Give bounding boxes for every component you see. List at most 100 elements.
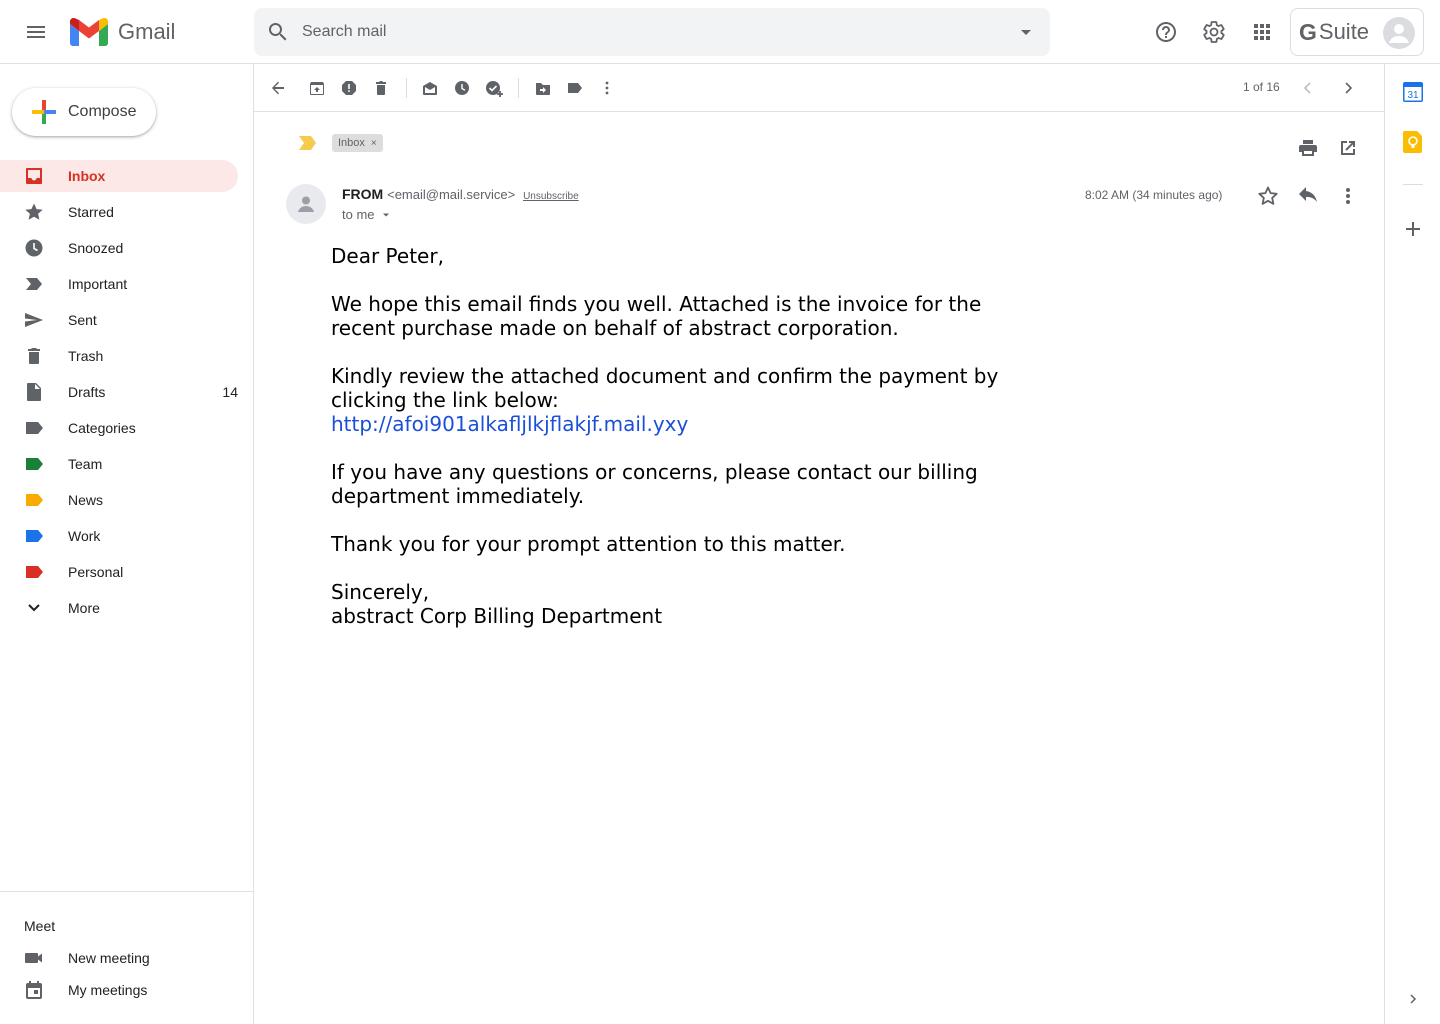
body-signature: abstract Corp Billing Department bbox=[331, 604, 663, 628]
label-icon bbox=[568, 83, 582, 93]
sidebar-item-label: Trash bbox=[68, 348, 104, 364]
sender-name[interactable]: FROM bbox=[342, 186, 383, 202]
gmail-m-icon bbox=[70, 18, 108, 46]
google-calendar-icon: 31 bbox=[1403, 82, 1423, 102]
move-to-folder-icon bbox=[536, 83, 550, 95]
sidebar-item-trash[interactable]: Trash bbox=[0, 340, 238, 372]
snooze-button[interactable] bbox=[446, 72, 478, 104]
print-icon bbox=[1299, 140, 1317, 156]
caret-down-icon bbox=[1021, 30, 1031, 35]
newer-button[interactable] bbox=[1292, 72, 1324, 104]
message-more-button[interactable] bbox=[1332, 180, 1364, 212]
mark-unread-button[interactable] bbox=[414, 72, 446, 104]
new-meeting-button[interactable]: New meeting bbox=[0, 944, 238, 972]
open-in-new-icon bbox=[1341, 141, 1355, 155]
sidebar-item-label: Drafts bbox=[68, 384, 106, 400]
account-switcher[interactable]: G Suite bbox=[1290, 8, 1424, 56]
archive-button[interactable] bbox=[301, 72, 333, 104]
report-spam-button[interactable] bbox=[333, 72, 365, 104]
important-icon bbox=[24, 274, 44, 294]
toolbar-divider bbox=[406, 78, 407, 98]
gmail-logo[interactable]: Gmail bbox=[70, 14, 175, 50]
payment-link[interactable]: http://afoi901alkafljlkjflakjf.mail.yxy bbox=[331, 412, 688, 436]
compose-button[interactable]: Compose bbox=[12, 88, 156, 136]
sidebar-item-personal[interactable]: Personal bbox=[0, 556, 238, 588]
apps-button[interactable] bbox=[1242, 12, 1282, 52]
sidebar-item-starred[interactable]: Starred bbox=[0, 196, 238, 228]
sender-info: FROM <email@mail.service> Unsubscribe bbox=[342, 186, 579, 202]
account-avatar[interactable] bbox=[1383, 17, 1415, 49]
label-icon bbox=[24, 454, 44, 474]
side-panel-rail: 31 bbox=[1384, 64, 1440, 1024]
sidebar-item-label: Categories bbox=[68, 420, 136, 436]
search-input[interactable] bbox=[302, 8, 1002, 56]
sidebar-item-label: Personal bbox=[68, 564, 124, 580]
mark-unread-icon bbox=[423, 82, 437, 95]
sidebar-item-categories[interactable]: Categories bbox=[0, 412, 238, 444]
unsubscribe-link[interactable]: Unsubscribe bbox=[523, 191, 579, 202]
sidebar-item-snoozed[interactable]: Snoozed bbox=[0, 232, 238, 264]
calendar-app-button[interactable]: 31 bbox=[1393, 72, 1433, 112]
chevron-right-icon bbox=[1345, 82, 1353, 94]
important-marker-icon[interactable] bbox=[298, 134, 318, 152]
settings-button[interactable] bbox=[1194, 12, 1234, 52]
message-body: Dear Peter, We hope this email finds you… bbox=[331, 244, 1051, 652]
body-signoff: Sincerely, abstract Corp Billing Departm… bbox=[331, 580, 1051, 628]
keep-app-button[interactable] bbox=[1393, 122, 1433, 162]
label-chip-text: Inbox bbox=[338, 137, 365, 149]
my-meetings-button[interactable]: My meetings bbox=[0, 976, 238, 1004]
sidebar-item-inbox[interactable]: Inbox bbox=[0, 160, 238, 192]
meet-divider bbox=[0, 891, 253, 892]
move-to-button[interactable] bbox=[527, 72, 559, 104]
gear-icon bbox=[1203, 21, 1225, 43]
archive-icon bbox=[310, 82, 324, 95]
drafts-count: 14 bbox=[222, 384, 238, 400]
body-paragraph: We hope this email finds you well. Attac… bbox=[331, 292, 982, 340]
clock-icon bbox=[455, 81, 469, 95]
search-options-dropdown[interactable] bbox=[1002, 8, 1050, 56]
sidebar-item-important[interactable]: Important bbox=[0, 268, 238, 300]
get-addons-button[interactable] bbox=[1393, 209, 1433, 249]
open-new-window-button[interactable] bbox=[1332, 132, 1364, 164]
search-icon[interactable] bbox=[254, 8, 302, 56]
inbox-icon bbox=[24, 166, 44, 186]
sidebar-item-label: Inbox bbox=[68, 168, 106, 184]
help-button[interactable] bbox=[1146, 12, 1186, 52]
sender-avatar[interactable] bbox=[286, 184, 326, 224]
sender-email: <email@mail.service> bbox=[387, 187, 516, 202]
trash-icon bbox=[376, 81, 386, 95]
sidebar-item-label: Important bbox=[68, 276, 128, 292]
sidebar-item-team[interactable]: Team bbox=[0, 448, 238, 480]
clock-icon bbox=[24, 238, 44, 258]
label-icon bbox=[24, 490, 44, 510]
sidebar-item-more[interactable]: More bbox=[0, 592, 238, 624]
arrow-back-icon bbox=[272, 81, 284, 95]
reply-button[interactable] bbox=[1292, 180, 1324, 212]
toolbar-divider bbox=[518, 78, 519, 98]
body-greeting: Dear Peter, bbox=[331, 244, 444, 268]
labels-button[interactable] bbox=[559, 72, 591, 104]
gsuite-label: Suite bbox=[1318, 19, 1370, 44]
remove-label-button[interactable]: × bbox=[371, 138, 377, 149]
main-menu-button[interactable] bbox=[16, 12, 56, 52]
sidebar-item-label: Team bbox=[68, 456, 103, 472]
sidebar-item-label: Snoozed bbox=[68, 240, 124, 256]
hamburger-icon bbox=[27, 26, 45, 38]
star-button[interactable] bbox=[1252, 180, 1284, 212]
recipient-details-toggle[interactable]: to me bbox=[342, 207, 391, 222]
add-to-tasks-button[interactable] bbox=[478, 72, 510, 104]
show-side-panel-button[interactable] bbox=[1393, 979, 1433, 1019]
chevron-down-icon bbox=[24, 598, 44, 618]
body-closing: Sincerely, bbox=[331, 580, 430, 604]
sidebar-item-work[interactable]: Work bbox=[0, 520, 238, 552]
sidebar-item-news[interactable]: News bbox=[0, 484, 238, 516]
older-button[interactable] bbox=[1332, 72, 1364, 104]
folder-nav: Inbox Starred Snoozed Important Sent Tra… bbox=[0, 160, 238, 628]
print-all-button[interactable] bbox=[1292, 132, 1324, 164]
back-button[interactable] bbox=[262, 72, 294, 104]
more-actions-button[interactable] bbox=[591, 72, 623, 104]
sidebar-item-sent[interactable]: Sent bbox=[0, 304, 238, 336]
rail-divider bbox=[1403, 184, 1423, 185]
delete-button[interactable] bbox=[365, 72, 397, 104]
sidebar-item-drafts[interactable]: Drafts 14 bbox=[0, 376, 238, 408]
